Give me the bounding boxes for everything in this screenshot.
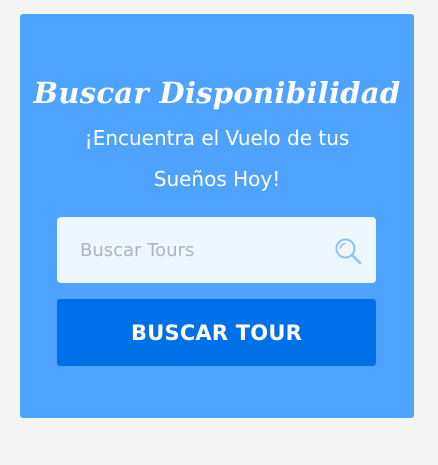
search-field-container — [57, 217, 376, 283]
search-availability-card: Buscar Disponibilidad ¡Encuentra el Vuel… — [20, 14, 414, 418]
search-tour-button[interactable]: BUSCAR TOUR — [57, 299, 376, 366]
search-input[interactable] — [57, 217, 327, 283]
card-subtitle: ¡Encuentra el Vuelo de tus Sueños Hoy! — [84, 126, 350, 191]
search-icon[interactable] — [334, 237, 362, 265]
card-title: Buscar Disponibilidad — [33, 76, 401, 110]
